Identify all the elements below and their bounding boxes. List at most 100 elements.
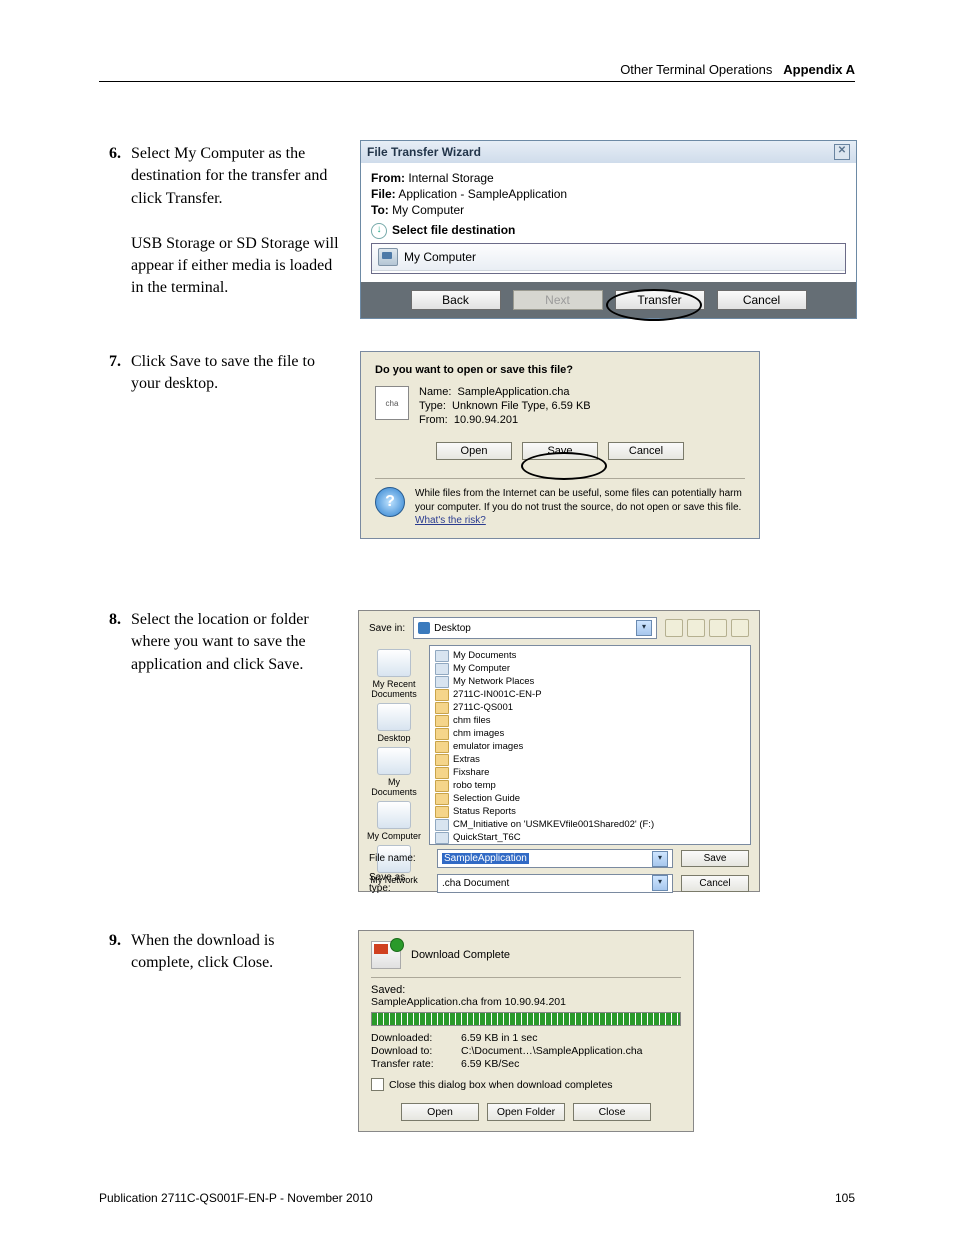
step-number: 6. [97, 143, 121, 165]
from-label: From: [419, 414, 448, 426]
save-button[interactable]: Save [681, 850, 749, 867]
chevron-down-icon[interactable]: ▾ [652, 851, 668, 867]
places-bar: My Recent DocumentsDesktopMy DocumentsMy… [359, 645, 429, 845]
to-value: My Computer [392, 203, 464, 217]
list-item[interactable]: 2711C-QS001 [435, 701, 745, 714]
saved-label: Saved: [371, 984, 681, 996]
open-button[interactable]: Open [436, 442, 512, 460]
type-label: Type: [419, 400, 446, 412]
filetype-label: Save as type: [369, 872, 429, 894]
step-number: 7. [97, 351, 121, 373]
list-item[interactable]: CM_Initiative on 'USMKEVfile001Shared02'… [435, 818, 745, 831]
step-number: 9. [97, 930, 121, 952]
folder-icon [435, 741, 449, 753]
cancel-button[interactable]: Cancel [608, 442, 684, 460]
name-value: SampleApplication.cha [458, 386, 570, 398]
list-item[interactable]: My Documents [435, 649, 745, 662]
open-button[interactable]: Open [401, 1103, 479, 1121]
file-icon: cha [375, 386, 409, 420]
savein-combo[interactable]: Desktop ▾ [413, 617, 657, 639]
whats-the-risk-link[interactable]: What's the risk? [415, 515, 486, 526]
list-item[interactable]: Fixshare [435, 766, 745, 779]
filename-label: File name: [369, 853, 429, 864]
wizard-titlebar: File Transfer Wizard ✕ [361, 141, 856, 163]
checkbox-label: Close this dialog box when download comp… [389, 1079, 613, 1091]
folder-icon [435, 728, 449, 740]
folder-icon [435, 819, 449, 831]
list-item[interactable]: My Network Places [435, 675, 745, 688]
place-item[interactable]: My Computer [364, 801, 424, 841]
back-icon[interactable] [665, 619, 683, 637]
wizard-title: File Transfer Wizard [367, 145, 481, 159]
filename-input[interactable]: SampleApplication▾ [437, 849, 673, 868]
file-list[interactable]: My DocumentsMy ComputerMy Network Places… [429, 645, 751, 845]
folder-icon [435, 793, 449, 805]
transfer-button[interactable]: Transfer [615, 290, 705, 310]
step-text: When the download is complete, click Clo… [131, 930, 341, 975]
folder-icon [435, 806, 449, 818]
folder-icon [435, 715, 449, 727]
place-item[interactable]: My Recent Documents [364, 649, 424, 699]
step-note: USB Storage or SD Storage will appear if… [131, 235, 339, 297]
destination-list[interactable]: My Computer [371, 243, 846, 274]
warning-text: While files from the Internet can be use… [415, 487, 745, 528]
downloadto-label: Download to: [371, 1045, 461, 1057]
step-number: 8. [97, 609, 121, 631]
chevron-down-icon[interactable]: ▾ [636, 620, 652, 636]
list-item[interactable]: Selection Guide [435, 792, 745, 805]
from-value: 10.90.94.201 [454, 414, 518, 426]
close-when-done-checkbox[interactable] [371, 1078, 384, 1091]
list-item[interactable]: My Computer [372, 244, 845, 271]
place-item[interactable]: Desktop [364, 703, 424, 743]
cancel-button[interactable]: Cancel [681, 875, 749, 892]
name-label: Name: [419, 386, 451, 398]
new-folder-icon[interactable] [709, 619, 727, 637]
dialog-question: Do you want to open or save this file? [375, 364, 745, 376]
up-icon[interactable] [687, 619, 705, 637]
chevron-down-icon[interactable]: ▾ [652, 875, 668, 891]
filetype-combo[interactable]: .cha Document▾ [437, 874, 673, 893]
view-menu-icon[interactable] [731, 619, 749, 637]
step-8: 8. Select the location or folder where y… [97, 609, 342, 676]
place-icon [377, 747, 411, 775]
cancel-button[interactable]: Cancel [717, 290, 807, 310]
list-item[interactable]: robo temp [435, 779, 745, 792]
wizard-button-bar: Back Next Transfer Cancel [361, 282, 856, 318]
close-button[interactable]: Close [573, 1103, 651, 1121]
step-9: 9. When the download is complete, click … [97, 930, 342, 975]
list-item[interactable]: QuickStart_T6C [435, 831, 745, 844]
publication-info: Publication 2711C-QS001F-EN-P - November… [99, 1191, 373, 1205]
list-item[interactable]: 2711C-IN001C-EN-P [435, 688, 745, 701]
place-item[interactable]: My Documents [364, 747, 424, 797]
folder-icon [435, 767, 449, 779]
list-item[interactable]: Status Reports [435, 805, 745, 818]
place-icon [377, 801, 411, 829]
header-section: Other Terminal Operations [620, 62, 772, 77]
page-number: 105 [835, 1191, 855, 1205]
step-text: Click Save to save the file to your desk… [131, 351, 341, 396]
back-button[interactable]: Back [411, 290, 501, 310]
file-label: File: [371, 187, 396, 201]
rate-label: Transfer rate: [371, 1058, 461, 1070]
list-item[interactable]: emulator images [435, 740, 745, 753]
step-text: Select My Computer as the destination fo… [131, 145, 327, 207]
dialog-title: Download Complete [411, 949, 510, 961]
folder-icon [435, 663, 449, 675]
type-value: Unknown File Type, 6.59 KB [452, 400, 591, 412]
file-transfer-wizard: File Transfer Wizard ✕ From: Internal St… [360, 140, 857, 319]
downloadto-value: C:\Document…\SampleApplication.cha [461, 1045, 681, 1057]
folder-icon [435, 650, 449, 662]
folder-icon [435, 702, 449, 714]
list-item[interactable]: Extras [435, 753, 745, 766]
folder-icon [435, 832, 449, 844]
list-item[interactable]: chm images [435, 727, 745, 740]
to-label: To: [371, 203, 389, 217]
progress-bar [371, 1012, 681, 1026]
list-item[interactable]: My Computer [435, 662, 745, 675]
open-folder-button[interactable]: Open Folder [487, 1103, 565, 1121]
save-button[interactable]: Save [522, 442, 598, 460]
folder-icon [435, 689, 449, 701]
close-icon[interactable]: ✕ [834, 144, 850, 160]
list-item[interactable]: chm files [435, 714, 745, 727]
page-footer: Publication 2711C-QS001F-EN-P - November… [99, 1191, 855, 1205]
